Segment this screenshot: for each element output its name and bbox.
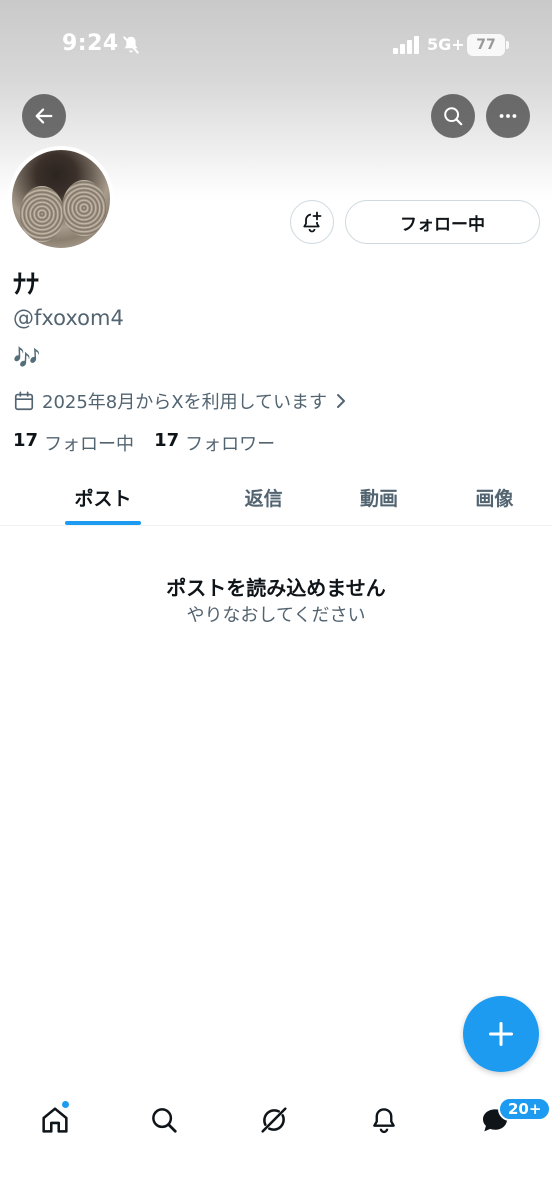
nav-search[interactable] (144, 1100, 184, 1140)
network-type: 5G+ (427, 35, 465, 54)
nav-grok[interactable] (254, 1100, 294, 1140)
tab-label: ポスト (74, 488, 132, 510)
follow-stats: 17 フォロー中 17 フォロワー (13, 430, 295, 456)
notifications-icon (373, 1108, 395, 1133)
retry-link[interactable]: やりなおしてください (0, 601, 552, 627)
arrow-left-icon (35, 108, 53, 124)
back-button[interactable] (22, 94, 66, 138)
chevron-right-icon (337, 394, 346, 408)
battery-icon: 77 (467, 34, 505, 56)
search-icon (444, 107, 463, 126)
signal-icon (393, 36, 419, 54)
following-link[interactable]: 17 フォロー中 (13, 430, 134, 456)
followers-label: フォロワー (185, 434, 276, 455)
bottom-nav: 20+ (0, 1080, 552, 1200)
more-horizontal-icon (499, 114, 517, 118)
followers-link[interactable]: 17 フォロワー (154, 430, 275, 456)
following-button[interactable]: フォロー中 (345, 200, 540, 244)
tab-label: 画像 (475, 488, 514, 510)
joined-text: 2025年8月からXを利用しています (42, 392, 328, 413)
tab-label: 動画 (359, 488, 398, 510)
search-icon (152, 1108, 177, 1133)
home-unread-dot (61, 1100, 70, 1109)
following-count: 17 (13, 430, 39, 451)
grok-icon (261, 1107, 287, 1133)
avatar-detail (62, 180, 106, 236)
bell-plus-icon (303, 211, 322, 233)
status-bar: 9:24 5G+ 77 (0, 0, 552, 90)
search-button[interactable] (431, 94, 475, 138)
messages-badge: 20+ (498, 1097, 552, 1121)
error-title: ポストを読み込めません (166, 576, 386, 600)
tab-posts[interactable]: ポスト (0, 470, 206, 525)
battery-cap (506, 41, 509, 49)
joined-date[interactable]: 2025年8月からXを利用しています (13, 388, 354, 414)
followers-count: 17 (154, 430, 180, 451)
bio: 🎶 (13, 346, 41, 371)
avatar-detail (20, 186, 64, 242)
tab-active-indicator (65, 521, 141, 525)
status-time: 9:24 (62, 31, 119, 56)
compose-post-button[interactable] (463, 996, 539, 1072)
following-label: フォロー中 (44, 434, 135, 455)
tab-replies[interactable]: 返信 (206, 470, 321, 525)
battery-level: 77 (476, 37, 496, 53)
handle: @fxoxom4 (13, 306, 124, 330)
display-name: ﾅﾅ (13, 270, 40, 300)
plus-icon (488, 1021, 514, 1047)
tab-videos[interactable]: 動画 (321, 470, 436, 525)
nav-notifications[interactable] (364, 1100, 404, 1140)
tab-images[interactable]: 画像 (437, 470, 552, 525)
calendar-icon (14, 391, 34, 411)
tab-label: 返信 (244, 488, 283, 510)
silent-mode-icon (122, 36, 140, 54)
avatar[interactable] (8, 146, 114, 252)
profile-tabs: ポスト 返信 動画 画像 (0, 470, 552, 526)
more-button[interactable] (486, 94, 530, 138)
notification-subscribe-button[interactable] (290, 200, 334, 244)
nav-home[interactable] (35, 1100, 75, 1140)
